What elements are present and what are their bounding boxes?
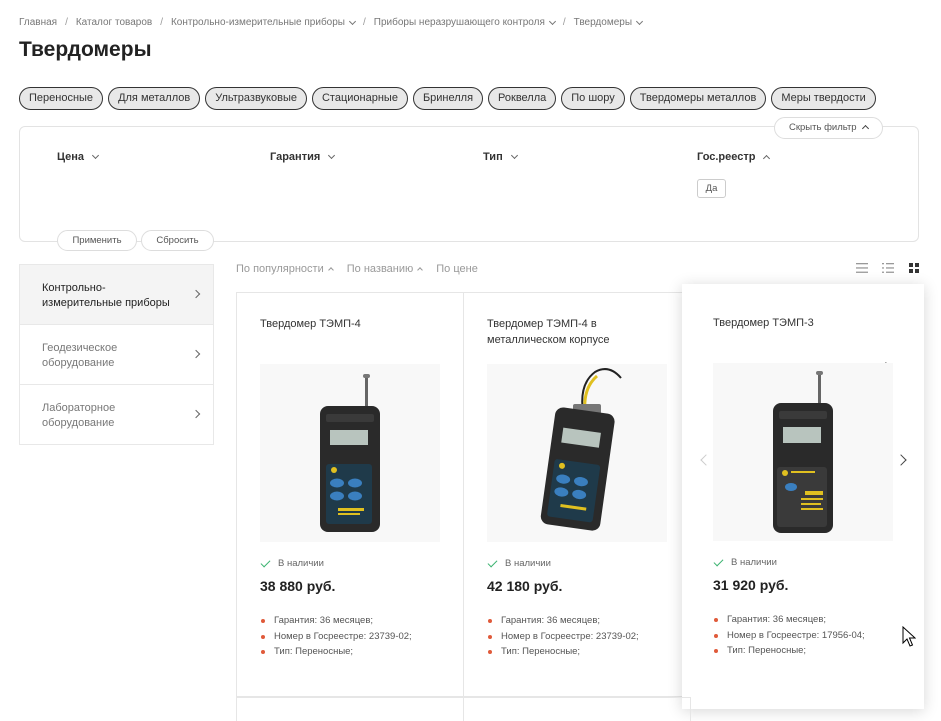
- product-name[interactable]: Твердомер ТЭМП-4: [260, 316, 435, 332]
- tag-filter-list: Переносные Для металлов Ультразвуковые С…: [19, 87, 876, 110]
- spec-item: Номер в Госреестре: 17956-04;: [713, 628, 865, 644]
- breadcrumb-separator: /: [362, 17, 366, 28]
- product-card[interactable]: Твердомер ТЭМП-4 В наличии 38 880 руб. Г…: [236, 292, 464, 697]
- chevron-down-icon: [510, 151, 518, 160]
- chevron-right-icon: [191, 409, 201, 419]
- hardness-tester-device-image: [773, 371, 833, 533]
- tag-shore[interactable]: По шору: [561, 87, 625, 110]
- chevron-down-icon: [548, 17, 556, 25]
- filter-warranty[interactable]: Гарантия: [270, 151, 336, 163]
- product-specs: Гарантия: 36 месяцев; Номер в Госреестре…: [260, 613, 412, 660]
- hardness-tester-device-image: [540, 368, 622, 531]
- product-price: 42 180 руб.: [487, 578, 563, 594]
- spec-item: Номер в Госреестре: 23739-02;: [260, 629, 412, 645]
- prev-image-arrow[interactable]: [700, 454, 712, 466]
- tag-metal-hardness-testers[interactable]: Твердомеры металлов: [629, 87, 767, 110]
- sort-by-name[interactable]: По названию: [347, 263, 424, 275]
- filter-type[interactable]: Тип: [483, 151, 518, 163]
- chevron-down-icon: [328, 151, 336, 160]
- stock-status: В наличии: [260, 557, 324, 569]
- tag-portable[interactable]: Переносные: [19, 87, 104, 110]
- tag-for-metals[interactable]: Для металлов: [108, 87, 201, 110]
- product-image[interactable]: [260, 364, 440, 542]
- stock-status: В наличии: [487, 557, 551, 569]
- product-image[interactable]: [487, 364, 667, 542]
- check-icon: [260, 557, 271, 567]
- product-price: 31 920 руб.: [713, 577, 789, 593]
- product-price: 38 880 руб.: [260, 578, 336, 594]
- side-item-label: Геодезическое оборудование: [42, 342, 118, 369]
- sort-by-price[interactable]: По цене: [436, 263, 478, 275]
- view-toggles: [855, 262, 921, 274]
- chevron-up-icon: [763, 154, 771, 163]
- breadcrumb-separator: /: [65, 17, 68, 28]
- stock-status: В наличии: [713, 556, 777, 568]
- filter-panel: [19, 126, 919, 242]
- list-view-icon[interactable]: [855, 262, 869, 274]
- spec-item: Гарантия: 36 месяцев;: [713, 612, 865, 628]
- side-item-label: Контрольно-измерительные приборы: [42, 282, 170, 309]
- page-title: Твердомеры: [19, 38, 152, 61]
- chevron-down-icon: [92, 151, 100, 160]
- mouse-cursor-icon: [902, 626, 916, 647]
- tag-stationary[interactable]: Стационарные: [311, 87, 408, 110]
- check-icon: [487, 557, 498, 567]
- next-image-arrow[interactable]: [895, 454, 907, 466]
- breadcrumb-measuring-instruments[interactable]: Контрольно-измерительные приборы: [171, 17, 357, 28]
- chevron-right-icon: [191, 349, 201, 359]
- registry-option-yes[interactable]: Да: [697, 179, 726, 198]
- spec-item: Гарантия: 36 месяцев;: [260, 613, 412, 629]
- tag-rockwell[interactable]: Роквелла: [488, 87, 557, 110]
- side-item-measuring-instruments[interactable]: Контрольно-измерительные приборы: [20, 265, 213, 325]
- breadcrumb-catalog[interactable]: Каталог товаров: [76, 17, 152, 28]
- side-item-geodetic[interactable]: Геодезическое оборудование: [20, 325, 213, 385]
- breadcrumb-separator: /: [562, 17, 566, 28]
- breadcrumb-hardness-testers[interactable]: Твердомеры: [574, 17, 644, 28]
- product-card[interactable]: [236, 697, 464, 721]
- apply-filter-button[interactable]: Применить: [57, 230, 137, 251]
- side-item-laboratory[interactable]: Лабораторное оборудование: [20, 385, 213, 445]
- breadcrumb-separator: /: [160, 17, 163, 28]
- spec-item: Гарантия: 36 месяцев;: [487, 613, 639, 629]
- sort-by-popularity[interactable]: По популярности: [236, 263, 334, 275]
- spec-item: Тип: Переносные;: [713, 643, 865, 659]
- chevron-down-icon: [635, 17, 644, 25]
- product-name[interactable]: Твердомер ТЭМП-4 в металлическом корпусе: [487, 316, 662, 348]
- chevron-up-icon: [861, 124, 869, 133]
- sort-bar: По популярности По названию По цене: [236, 263, 478, 275]
- spec-item: Тип: Переносные;: [260, 644, 412, 660]
- filter-registry[interactable]: Гос.реестр: [697, 151, 771, 163]
- product-image[interactable]: [713, 363, 893, 541]
- spec-item: Номер в Госреестре: 23739-02;: [487, 629, 639, 645]
- tag-hardness-blocks[interactable]: Меры твердости: [771, 87, 876, 110]
- compact-list-view-icon[interactable]: [881, 262, 895, 274]
- product-card[interactable]: [463, 697, 691, 721]
- product-name[interactable]: Твердомер ТЭМП-3: [713, 315, 888, 331]
- breadcrumb-home[interactable]: Главная: [19, 17, 57, 28]
- product-specs: Гарантия: 36 месяцев; Номер в Госреестре…: [713, 612, 865, 659]
- chevron-down-icon: [348, 17, 357, 25]
- tag-brinell[interactable]: Бринелля: [412, 87, 484, 110]
- check-icon: [713, 556, 724, 566]
- filter-price[interactable]: Цена: [57, 151, 100, 163]
- hide-filter-button[interactable]: Скрыть фильтр: [774, 117, 883, 139]
- hardness-tester-device-image: [320, 374, 380, 532]
- product-card-hovered[interactable]: Твердомер ТЭМП-3 В наличии 31 920 руб. Г…: [682, 284, 924, 709]
- grid-view-icon[interactable]: [907, 262, 921, 274]
- breadcrumb: Главная / Каталог товаров / Контрольно-и…: [19, 17, 644, 28]
- product-card[interactable]: Твердомер ТЭМП-4 в металлическом корпусе…: [463, 292, 691, 697]
- reset-filter-button[interactable]: Сбросить: [141, 230, 214, 251]
- chevron-up-icon: [417, 267, 424, 273]
- side-item-label: Лабораторное оборудование: [42, 402, 116, 429]
- spec-item: Тип: Переносные;: [487, 644, 639, 660]
- tag-ultrasonic[interactable]: Ультразвуковые: [205, 87, 307, 110]
- chevron-up-icon: [327, 267, 334, 273]
- category-side-menu: Контрольно-измерительные приборы Геодези…: [19, 264, 214, 445]
- product-specs: Гарантия: 36 месяцев; Номер в Госреестре…: [487, 613, 639, 660]
- breadcrumb-ndt-instruments[interactable]: Приборы неразрушающего контроля: [374, 17, 556, 28]
- chevron-right-icon: [191, 289, 201, 299]
